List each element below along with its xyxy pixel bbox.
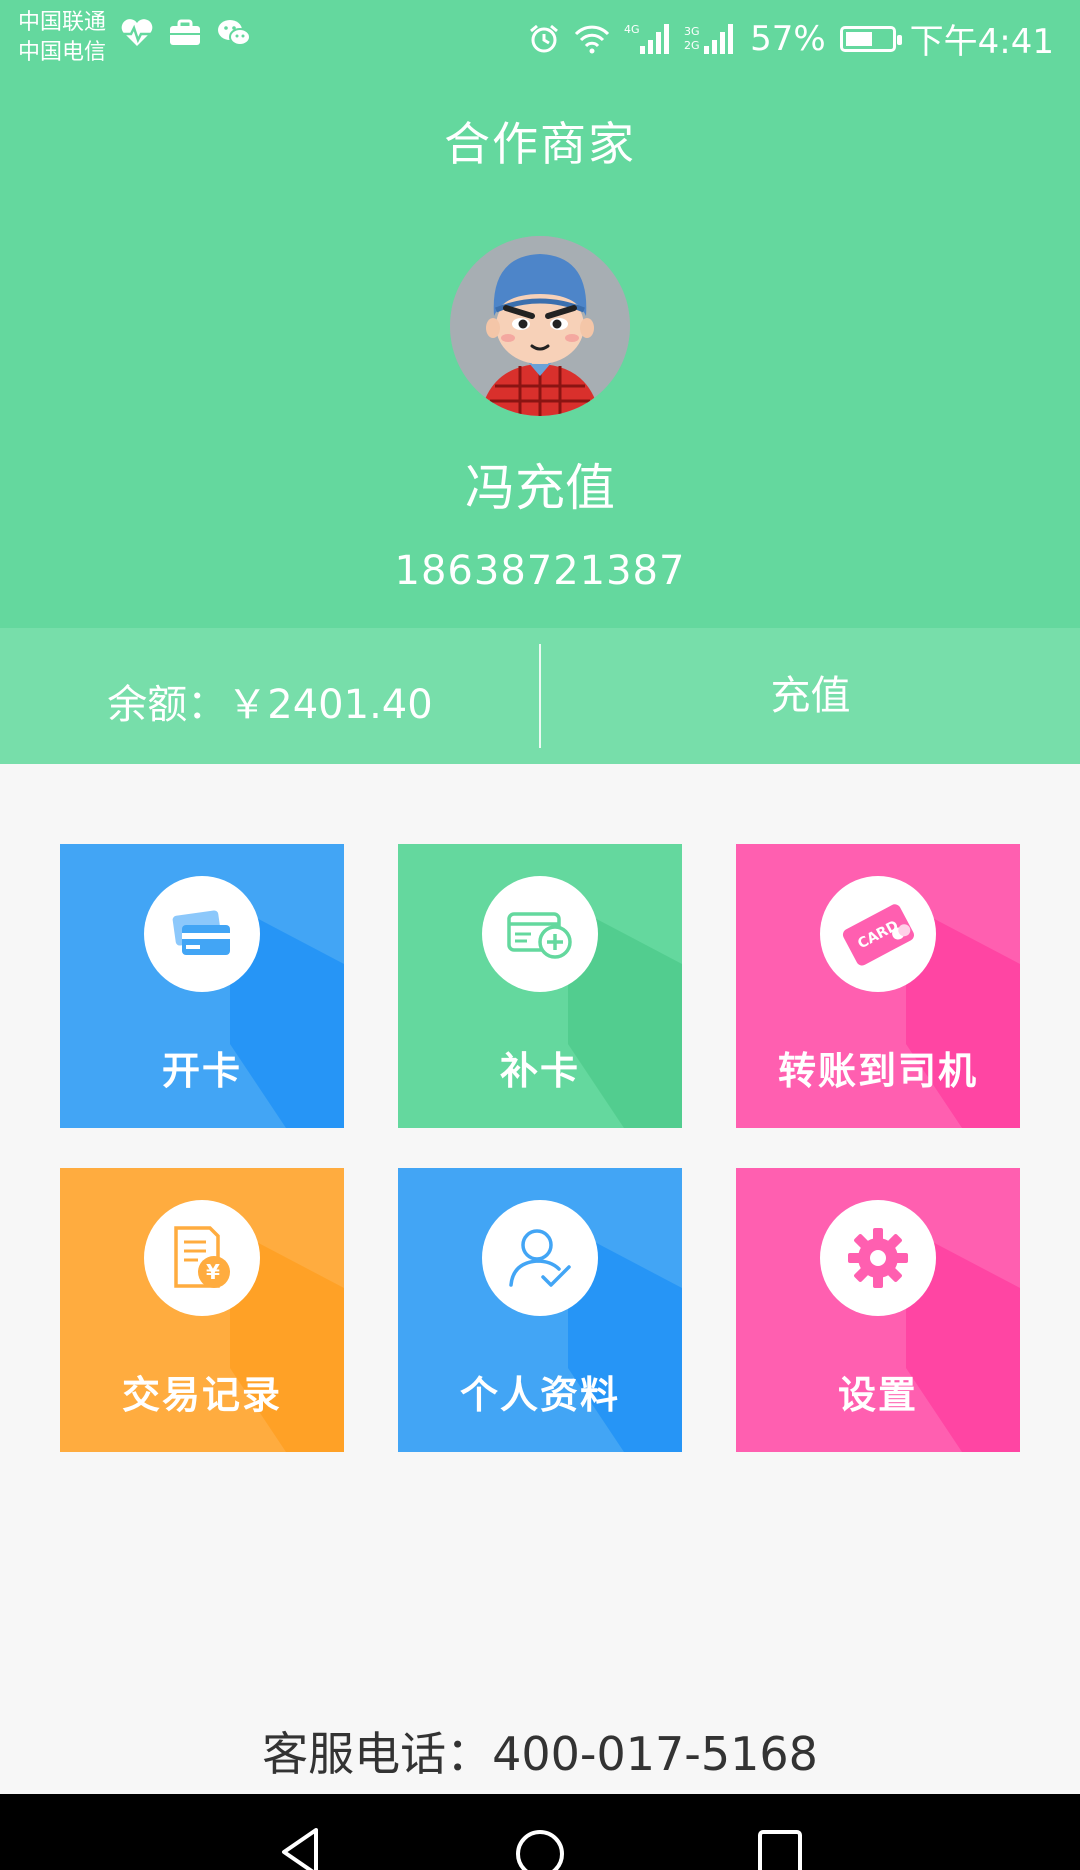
cards-icon [172,910,230,955]
home-icon[interactable] [510,1824,570,1870]
tile-label: 交易记录 [121,1373,282,1417]
header: 中国联通 中国电信 4G 3G 2G 57% 下午4:41 合作商家 冯充值 1… [0,0,1080,628]
service-phone[interactable]: 客服电话：400-017-5168 [0,1718,1080,1784]
tile-icon-circle: CARD [820,876,936,992]
tile-open-card[interactable]: 开卡 [60,844,344,1128]
balance-bar: 余额：￥2401.40 充值 [0,628,1080,764]
tile-icon-circle: ¥ [144,1200,260,1316]
tile-icon-circle [144,876,260,992]
tile-label: 开卡 [161,1049,242,1093]
wifi-icon [574,25,610,53]
svg-text:2G: 2G [684,39,700,52]
briefcase-icon [170,19,200,45]
tile-transaction-records[interactable]: ¥ 交易记录 [60,1168,344,1452]
avatar[interactable] [450,236,630,416]
alarm-icon [530,24,559,52]
battery-percent: 57% [750,18,826,59]
recharge-button[interactable]: 充值 [541,628,1080,764]
card-transfer-icon: CARD [842,904,914,966]
heart-rate-icon [121,19,153,46]
tile-label: 补卡 [499,1049,580,1093]
wechat-icon [218,20,251,46]
tile-icon-circle [482,876,598,992]
tile-label: 转账到司机 [777,1049,978,1093]
tile-icon-circle [482,1200,598,1316]
recents-icon[interactable] [750,1824,810,1870]
tile-label: 设置 [837,1373,918,1417]
avatar-cartoon-icon [450,236,630,416]
tile-transfer-to-driver[interactable]: CARD 转账到司机 [736,844,1020,1128]
signal-3g-icon: 3G 2G [684,23,734,54]
system-nav-bar [0,1794,1080,1870]
receipt-yuan-icon: ¥ [174,1226,230,1288]
back-icon[interactable] [270,1824,330,1870]
balance-amount: 余额：￥2401.40 [107,682,433,728]
gear-icon [848,1228,908,1288]
carriers: 中国联通 中国电信 [18,8,106,68]
status-bar: 中国联通 中国电信 4G 3G 2G 57% 下午4:41 [0,0,1080,80]
notification-icons [120,18,252,48]
tile-settings[interactable]: 设置 [736,1168,1020,1452]
status-right: 4G 3G 2G 57% 下午4:41 [528,14,1054,63]
carrier-1: 中国联通 [18,10,107,35]
card-add-icon [507,912,572,959]
user-name: 冯充值 [465,459,615,517]
carrier-2: 中国电信 [18,40,107,65]
svg-text:4G: 4G [624,23,640,36]
tile-profile[interactable]: 个人资料 [398,1168,682,1452]
signal-4g-icon: 4G [624,23,670,54]
svg-text:¥: ¥ [206,1260,220,1284]
tile-reissue-card[interactable]: 补卡 [398,844,682,1128]
svg-text:3G: 3G [684,25,700,38]
tile-label: 个人资料 [459,1373,620,1417]
clock: 下午4:41 [909,22,1054,62]
page-title: 合作商家 [444,117,636,171]
tile-icon-circle [820,1200,936,1316]
user-check-icon [509,1229,571,1287]
battery-icon [839,25,902,52]
user-phone: 18638721387 [394,548,686,594]
